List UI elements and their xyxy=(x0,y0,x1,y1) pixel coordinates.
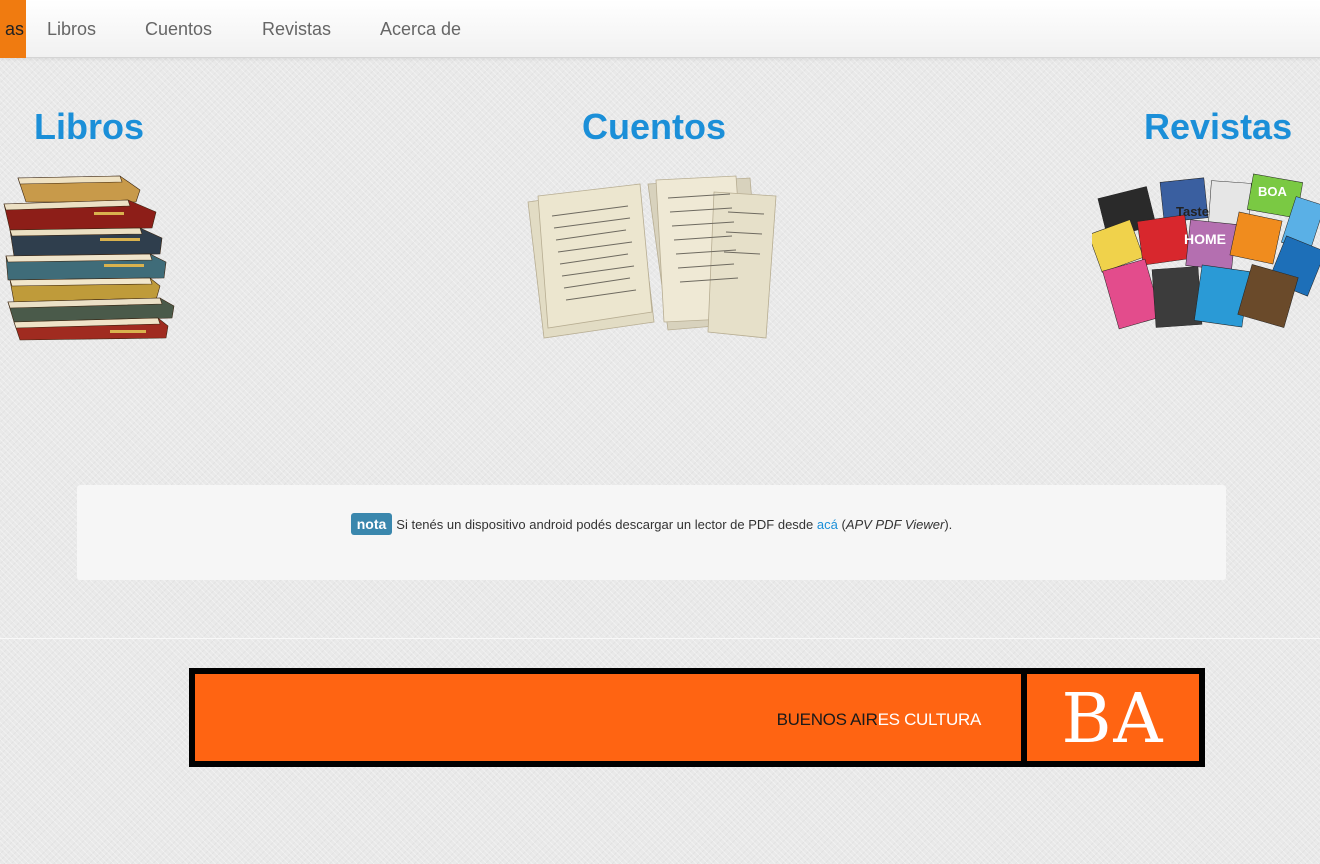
note-paren-close: ). xyxy=(944,517,953,532)
download-link[interactable]: acá xyxy=(817,517,838,532)
note-box: nota Si tenés un dispositivo android podé… xyxy=(77,485,1226,580)
magazine-taste-text: Taste xyxy=(1176,204,1209,219)
nav-link-cuentos[interactable]: Cuentos xyxy=(145,0,212,58)
banner-text-light: ES CULTURA xyxy=(877,710,982,729)
top-navbar: as Libros Cuentos Revistas Acerca de xyxy=(0,0,1320,58)
divider xyxy=(0,638,1320,639)
note-line: nota Si tenés un dispositivo android podé… xyxy=(77,513,1226,535)
note-badge: nota xyxy=(350,513,393,535)
section-title-revistas[interactable]: Revistas xyxy=(1144,106,1292,148)
nav-link-acerca-de[interactable]: Acerca de xyxy=(380,0,461,58)
brand-logo[interactable]: as xyxy=(0,0,26,58)
app-name: APV PDF Viewer xyxy=(845,517,945,532)
book-stack-icon[interactable] xyxy=(0,172,180,344)
section-title-cuentos[interactable]: Cuentos xyxy=(582,106,726,148)
magazine-pile-icon[interactable]: HOME Taste BOA xyxy=(1092,172,1320,344)
nav-link-libros[interactable]: Libros xyxy=(47,0,96,58)
buenos-aires-cultura-banner[interactable]: BUENOS AIRES CULTURA BA xyxy=(189,668,1205,767)
banner-logo-panel: BA xyxy=(1027,674,1199,761)
note-paren-open: ( xyxy=(837,517,846,532)
manuscript-pages-icon[interactable] xyxy=(518,172,784,344)
nav-link-revistas[interactable]: Revistas xyxy=(262,0,331,58)
banner-text-dark: BUENOS AIR xyxy=(776,710,878,729)
ba-logo: BA xyxy=(1061,680,1165,759)
section-title-libros[interactable]: Libros xyxy=(34,106,144,148)
magazine-home-text: HOME xyxy=(1184,231,1226,247)
magazine-boa-text: BOA xyxy=(1258,184,1288,199)
banner-text: BUENOS AIRES CULTURA xyxy=(776,710,982,730)
banner-left-panel: BUENOS AIRES CULTURA xyxy=(195,674,1021,761)
note-text: Si tenés un dispositivo android podés de… xyxy=(396,517,814,532)
